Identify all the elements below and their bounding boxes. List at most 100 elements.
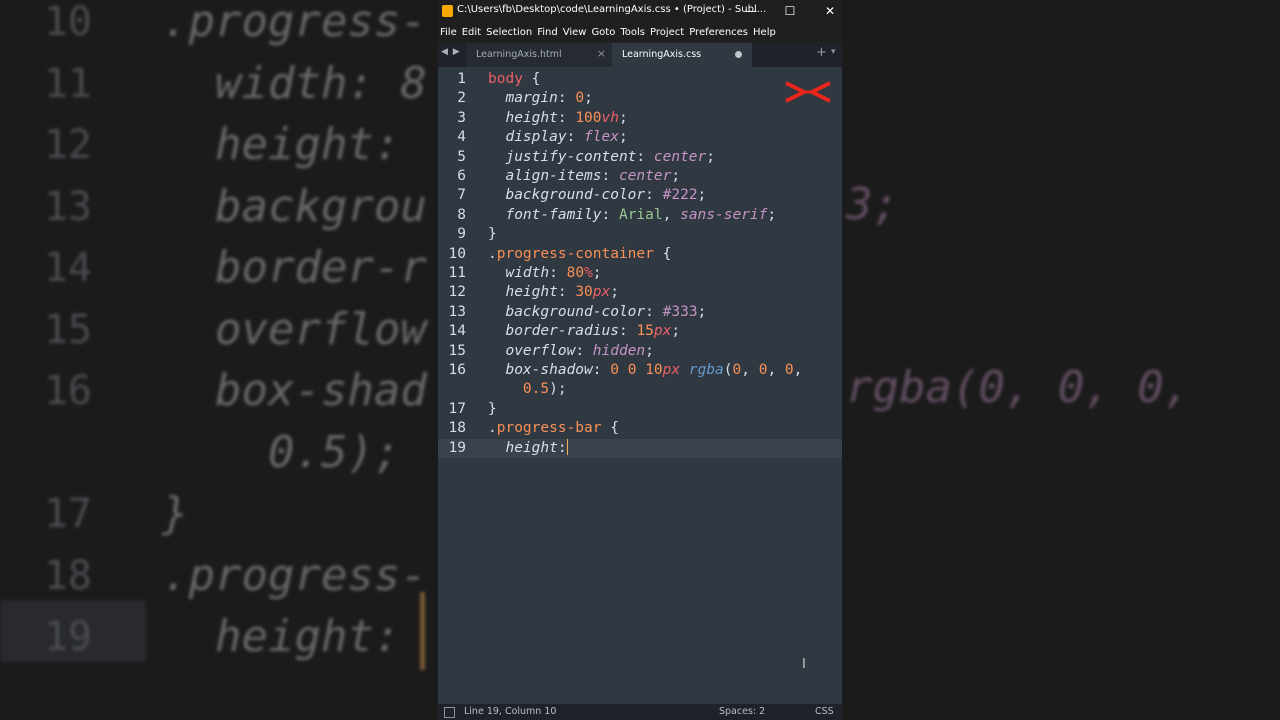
cursor-position[interactable]: Line 19, Column 10 xyxy=(464,706,556,717)
line-number: 13 xyxy=(448,303,466,320)
code-token: 100 xyxy=(575,109,602,126)
line-code: } xyxy=(488,225,497,244)
code-token: : xyxy=(557,90,576,107)
code-line[interactable]: 11 width: 80%; xyxy=(438,264,842,283)
code-token: 10 xyxy=(645,362,663,378)
code-token: ); xyxy=(549,381,567,398)
title-bar[interactable]: C:\Users\fb\Desktop\code\LearningAxis.cs… xyxy=(438,0,842,22)
line-number: 4 xyxy=(457,129,466,146)
indentation-setting[interactable]: Spaces: 2 xyxy=(719,706,765,717)
code-token: display xyxy=(505,129,567,146)
line-code: justify-content: center; xyxy=(488,148,715,167)
zoomed-line-code: .progress- xyxy=(162,549,427,601)
code-line[interactable]: 16 box-shadow: 0 0 10px rgba(0, 0, 0, xyxy=(438,361,842,380)
code-line[interactable]: 4 display: flex; xyxy=(438,128,842,147)
code-line[interactable]: 5 justify-content: center; xyxy=(438,148,842,167)
code-token: progress-bar xyxy=(496,420,602,437)
code-line[interactable]: 17} xyxy=(438,400,842,419)
menu-help[interactable]: Help xyxy=(753,27,779,38)
code-token: ; xyxy=(584,90,593,107)
menu-preferences[interactable]: Preferences xyxy=(689,27,751,38)
code-line[interactable]: 7 background-color: #222; xyxy=(438,186,842,205)
code-line[interactable]: 18 .progress-bar { xyxy=(438,419,842,438)
line-code: .progress-bar { xyxy=(488,419,619,438)
code-token: ; xyxy=(767,206,777,223)
code-token: : xyxy=(566,129,585,146)
code-token: rgba xyxy=(688,362,724,378)
tab-close-icon[interactable]: × xyxy=(597,47,606,60)
line-code: box-shadow: 0 0 10px rgba(0, 0, 0, xyxy=(488,361,802,380)
line-number: 9 xyxy=(457,226,466,243)
zoomed-line-code: overflow xyxy=(162,303,427,355)
zoomed-line-code: } xyxy=(162,488,189,539)
zoomed-line-number: 15 xyxy=(43,306,92,353)
tab-learningaxis-css[interactable]: LearningAxis.css xyxy=(612,43,752,67)
syntax-selector[interactable]: CSS xyxy=(815,706,834,717)
code-line[interactable]: 0.5); xyxy=(438,380,842,399)
code-line[interactable]: 8 font-family: Arial, sans-serif; xyxy=(438,206,842,225)
code-token: . xyxy=(488,420,497,437)
code-line[interactable]: 14 border-radius: 15px; xyxy=(438,322,842,341)
code-line[interactable]: 3 height: 100vh; xyxy=(438,109,842,128)
code-line[interactable]: 15 overflow: hidden; xyxy=(438,342,842,361)
code-token: 0.5 xyxy=(522,381,550,398)
tab-nav-arrows-icon[interactable]: ◀ ▶ xyxy=(441,47,461,57)
code-token: : xyxy=(592,362,611,378)
code-token: background-color xyxy=(505,187,646,204)
code-line[interactable]: 1 body { xyxy=(438,70,842,89)
line-code: 0.5); xyxy=(488,380,567,399)
tab-menu-chevron-icon[interactable]: ▾ xyxy=(831,47,836,57)
menu-project[interactable]: Project xyxy=(650,27,687,38)
menu-goto[interactable]: Goto xyxy=(591,27,618,38)
code-token: hidden xyxy=(592,342,646,359)
code-line[interactable]: 6 align-items: center; xyxy=(438,167,842,186)
code-token: width xyxy=(505,265,550,281)
menu-file[interactable]: File xyxy=(440,27,460,38)
code-editor[interactable]: I 1 body {2 margin: 0; 3 height: 100vh; 4 d… xyxy=(438,67,842,700)
code-line[interactable]: 19 height: xyxy=(438,438,842,458)
line-code: border-radius: 15px; xyxy=(488,322,680,341)
line-code: background-color: #222; xyxy=(488,186,706,205)
code-token: px xyxy=(592,284,611,301)
zoomed-line-code: width: 8 xyxy=(162,57,427,109)
close-window-button[interactable]: ✕ xyxy=(819,2,841,20)
unsaved-dot-icon[interactable] xyxy=(735,51,742,58)
code-line[interactable]: 10 .progress-container { xyxy=(438,245,842,264)
code-line[interactable]: 2 margin: 0; xyxy=(438,89,842,108)
menu-tools[interactable]: Tools xyxy=(620,27,648,38)
menu-selection[interactable]: Selection xyxy=(486,27,535,38)
minimize-button[interactable]: — xyxy=(740,2,762,20)
code-token: flex xyxy=(584,129,619,146)
code-token: box-shadow xyxy=(505,362,593,378)
line-number: 10 xyxy=(448,245,466,262)
code-line[interactable]: 9} xyxy=(438,225,842,244)
new-tab-plus-icon[interactable]: + xyxy=(816,45,827,60)
tab-learningaxis-html[interactable]: LearningAxis.html × xyxy=(466,43,612,67)
maximize-button[interactable]: ☐ xyxy=(779,2,801,20)
menu-find[interactable]: Find xyxy=(537,27,561,38)
code-line[interactable]: 12 height: 30px; xyxy=(438,283,842,302)
code-token: : xyxy=(557,439,567,456)
zoomed-line-number: 14 xyxy=(43,245,92,291)
code-line[interactable]: 13 background-color: #333; xyxy=(438,303,842,322)
line-number: 15 xyxy=(448,342,466,359)
code-token: vh xyxy=(601,109,619,126)
tab-bar: ◀ ▶ LearningAxis.html × LearningAxis.css… xyxy=(438,42,842,67)
line-code: background-color: #333; xyxy=(488,303,706,322)
line-number: 5 xyxy=(457,148,466,165)
menu-edit[interactable]: Edit xyxy=(462,27,484,38)
code-token: , xyxy=(793,362,803,378)
code-token: : xyxy=(618,323,637,340)
menu-view[interactable]: View xyxy=(563,27,590,38)
panel-toggle-icon[interactable] xyxy=(444,707,455,718)
zoomed-line-number: 13 xyxy=(43,183,92,230)
line-number: 14 xyxy=(448,323,466,340)
line-code: width: 80%; xyxy=(488,264,601,283)
